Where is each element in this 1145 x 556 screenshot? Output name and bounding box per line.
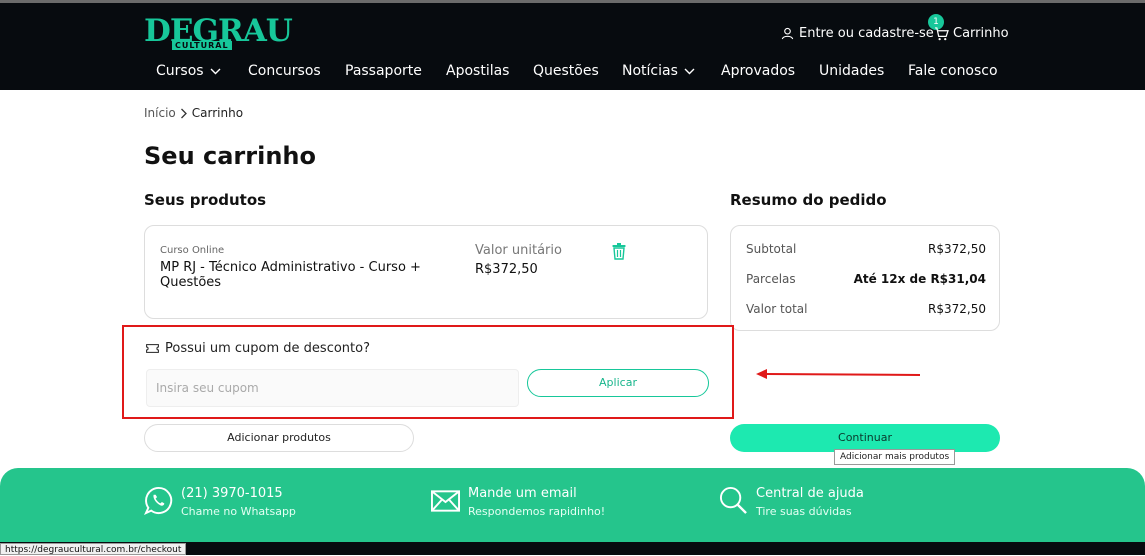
chevron-right-icon [180, 108, 187, 118]
product-name: MP RJ - Técnico Administrativo - Curso +… [160, 260, 421, 290]
footer-email-sub: Respondemos rapidinho! [468, 505, 606, 518]
nav-aprovados-label: Aprovados [721, 63, 796, 79]
nav-noticias-label: Notícias [622, 63, 678, 79]
tooltip: Adicionar mais produtos [834, 449, 956, 465]
nav-noticias[interactable]: Notícias [622, 63, 695, 79]
summary-total-row: Valor total R$372,50 [746, 302, 986, 316]
user-icon [781, 27, 794, 40]
cart-product-card: Curso Online MP RJ - Técnico Administrat… [144, 225, 708, 319]
breadcrumb-current: Carrinho [191, 106, 244, 120]
nav-cursos-label: Cursos [156, 63, 204, 79]
total-value: R$372,50 [928, 302, 986, 316]
footer-email-text: Mande um email Respondemos rapidinho! [468, 486, 605, 518]
nav-questoes[interactable]: Questões [533, 63, 599, 79]
products-heading: Seus produtos [144, 191, 267, 209]
apply-coupon-button[interactable]: Aplicar [527, 369, 709, 397]
coupon-question: Possui um cupom de desconto? [146, 341, 370, 356]
footer-phone: (21) 3970-1015 [181, 486, 283, 501]
site-footer: (21) 3970-1015 Chame no Whatsapp Mande u… [0, 468, 1145, 542]
parcelas-label: Parcelas [746, 272, 796, 286]
nav-unidades-label: Unidades [819, 63, 885, 79]
nav-fale-conosco-label: Fale conosco [908, 63, 998, 79]
coupon-input[interactable] [146, 369, 519, 407]
status-url: https://degraucultural.com.br/checkout [0, 543, 187, 555]
cart-label: Carrinho [953, 26, 1009, 41]
footer-phone-sub: Chame no Whatsapp [181, 505, 296, 518]
coupon-highlight-box: Possui um cupom de desconto? Aplicar [122, 325, 734, 419]
coupon-question-text: Possui um cupom de desconto? [165, 341, 370, 356]
ticket-icon [146, 344, 159, 353]
summary-subtotal-row: Subtotal R$372,50 [746, 242, 986, 256]
breadcrumb: Início Carrinho [144, 106, 243, 120]
whatsapp-icon [144, 486, 173, 515]
remove-product-button[interactable] [612, 243, 626, 264]
unit-price-value: R$372,50 [475, 262, 538, 277]
nav-cursos[interactable]: Cursos [156, 63, 221, 79]
footer-help-sub: Tire suas dúvidas [756, 505, 852, 518]
degrau-logo[interactable]: DEGRAU CULTURAL [144, 13, 293, 53]
page-title: Seu carrinho [144, 142, 316, 170]
add-products-button[interactable]: Adicionar produtos [144, 424, 414, 452]
footer-email[interactable]: Mande um email Respondemos rapidinho! [431, 486, 605, 518]
summary-parcelas-row: Parcelas Até 12x de R$31,04 [746, 272, 986, 286]
nav-aprovados[interactable]: Aprovados [721, 63, 795, 79]
logo-sub-text: CULTURAL [172, 41, 232, 50]
site-header: DEGRAU CULTURAL Entre ou cadastre-se 1 C… [0, 3, 1145, 90]
account-link[interactable]: Entre ou cadastre-se [781, 26, 934, 41]
footer-help[interactable]: Central de ajuda Tire suas dúvidas [719, 486, 864, 518]
continue-button[interactable]: Continuar [730, 424, 1000, 452]
subtotal-label: Subtotal [746, 242, 797, 256]
account-label: Entre ou cadastre-se [799, 26, 934, 41]
nav-passaporte-label: Passaporte [345, 63, 422, 79]
envelope-icon [431, 490, 460, 512]
footer-help-title: Central de ajuda [756, 486, 864, 501]
nav-unidades[interactable]: Unidades [819, 63, 884, 79]
parcelas-value: Até 12x de R$31,04 [853, 272, 986, 286]
chevron-down-icon [684, 68, 695, 74]
footer-whatsapp-text: (21) 3970-1015 Chame no Whatsapp [181, 486, 296, 518]
nav-fale-conosco[interactable]: Fale conosco [908, 63, 998, 79]
unit-price-label: Valor unitário [475, 243, 562, 258]
footer-whatsapp[interactable]: (21) 3970-1015 Chame no Whatsapp [144, 486, 296, 518]
footer-email-title: Mande um email [468, 486, 577, 501]
chevron-down-icon [210, 68, 221, 74]
nav-apostilas[interactable]: Apostilas [446, 63, 509, 79]
cart-icon [934, 26, 949, 40]
annotation-arrow [756, 369, 921, 379]
breadcrumb-home[interactable]: Início [144, 106, 176, 120]
nav-concursos[interactable]: Concursos [248, 63, 321, 79]
nav-questoes-label: Questões [533, 63, 599, 79]
trash-icon [612, 243, 626, 260]
main-nav: Cursos Concursos Passaporte Apostilas Qu… [144, 63, 1004, 87]
nav-concursos-label: Concursos [248, 63, 321, 79]
summary-heading: Resumo do pedido [730, 191, 887, 209]
cart-link[interactable]: Carrinho [934, 26, 1009, 41]
subtotal-value: R$372,50 [928, 242, 986, 256]
order-summary-card: Subtotal R$372,50 Parcelas Até 12x de R$… [730, 225, 1000, 331]
product-kind: Curso Online [160, 245, 225, 256]
total-label: Valor total [746, 302, 808, 316]
footer-help-text: Central de ajuda Tire suas dúvidas [756, 486, 864, 518]
nav-passaporte[interactable]: Passaporte [345, 63, 422, 79]
nav-apostilas-label: Apostilas [446, 63, 510, 79]
magnifier-icon [719, 486, 747, 514]
